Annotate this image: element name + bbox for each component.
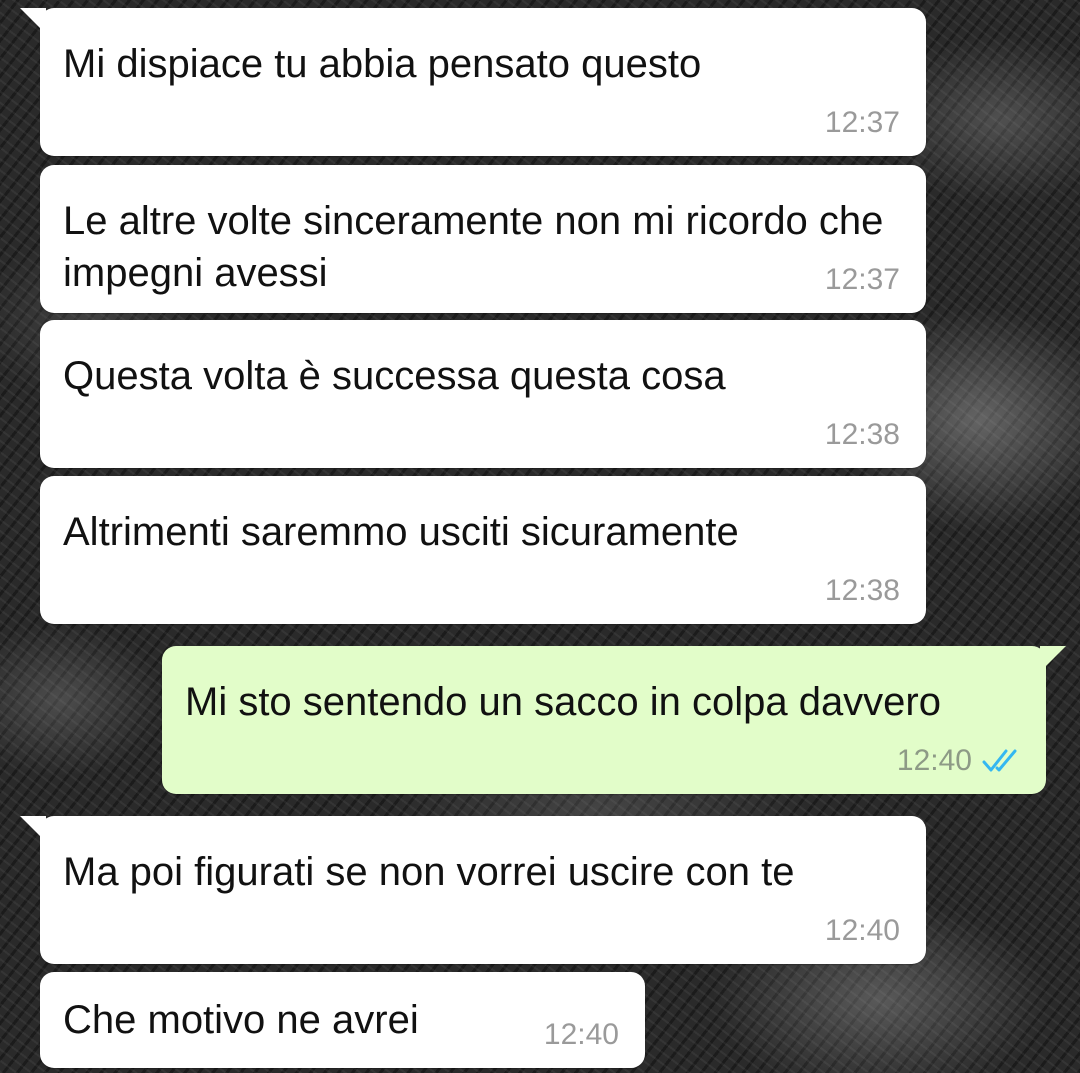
message-bubble-outgoing[interactable]: Mi sto sentendo un sacco in colpa davver… [162, 646, 1066, 794]
message-timestamp: 12:38 [824, 574, 900, 607]
message-timestamp: 12:37 [824, 263, 900, 296]
message-timestamp: 12:40 [824, 914, 900, 947]
message-bubble-incoming[interactable]: Che motivo ne avrei 12:40 [40, 972, 645, 1068]
message-text: Che motivo ne avrei [63, 998, 419, 1042]
message-timestamp: 12:37 [824, 106, 900, 139]
message-text: Ma poi figurati se non vorrei uscire con… [63, 850, 795, 894]
message-bubble-incoming[interactable]: Le altre volte sinceramente non mi ricor… [40, 165, 926, 313]
message-text: Mi sto sentendo un sacco in colpa davver… [185, 680, 941, 724]
message-bubble-incoming[interactable]: Mi dispiace tu abbia pensato questo 12:3… [20, 8, 926, 156]
message-timestamp: 12:38 [824, 418, 900, 451]
message-bubble-incoming[interactable]: Altrimenti saremmo usciti sicuramente 12… [40, 476, 926, 624]
message-timestamp: 12:40 [896, 744, 972, 777]
message-bubble-incoming[interactable]: Ma poi figurati se non vorrei uscire con… [20, 816, 926, 964]
message-timestamp: 12:40 [543, 1018, 619, 1051]
chat-conversation: Mi dispiace tu abbia pensato questo 12:3… [0, 0, 1080, 1073]
double-check-icon [982, 749, 1017, 772]
message-bubble-incoming[interactable]: Questa volta è successa questa cosa 12:3… [40, 320, 926, 468]
message-text: Mi dispiace tu abbia pensato questo [63, 42, 702, 86]
message-text: Questa volta è successa questa cosa [63, 354, 726, 398]
message-text: Altrimenti saremmo usciti sicuramente [63, 510, 739, 554]
message-text: Le altre volte sinceramente non mi ricor… [63, 199, 884, 295]
